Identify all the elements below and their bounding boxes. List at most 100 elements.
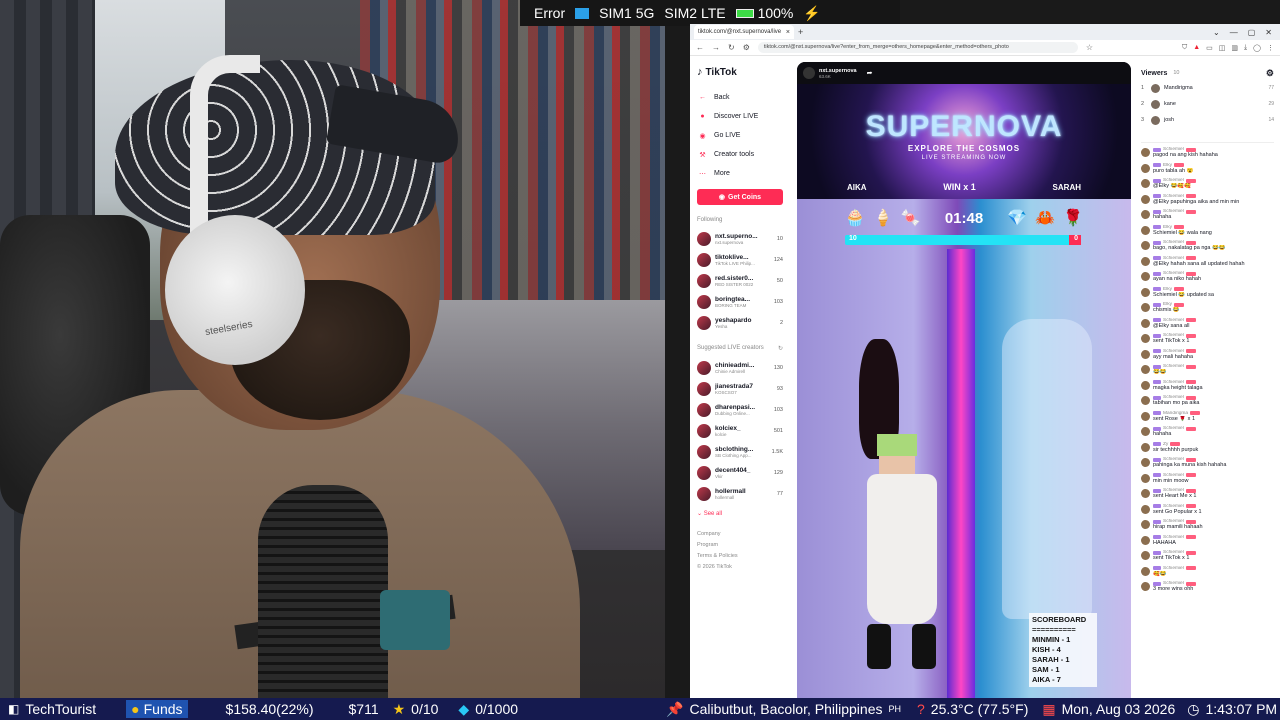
reload-icon[interactable]: ↻ bbox=[728, 43, 735, 52]
avatar[interactable] bbox=[1141, 473, 1150, 483]
avatar[interactable] bbox=[1141, 272, 1150, 281]
account-item[interactable]: yeshapardo Yesha 2 bbox=[697, 312, 783, 333]
share-icon[interactable]: ➦ bbox=[867, 69, 873, 77]
puzzle-icon[interactable]: ◫ bbox=[1219, 44, 1226, 52]
url-field[interactable]: tiktok.com/@nxt.supernova/live?enter_fro… bbox=[757, 42, 1078, 53]
avatar[interactable] bbox=[1141, 582, 1150, 591]
avatar[interactable] bbox=[1141, 535, 1150, 545]
profile-icon[interactable]: ◯ bbox=[1253, 44, 1261, 52]
chat-username[interactable]: Schiemiel bbox=[1163, 504, 1184, 509]
account-item[interactable]: kolciex_ kolcie 501 bbox=[697, 420, 783, 441]
close-window-icon[interactable]: ✕ bbox=[1265, 28, 1272, 37]
viewer-item[interactable]: 3 josh 14 bbox=[1141, 112, 1274, 128]
avatar[interactable] bbox=[1141, 163, 1150, 173]
gift-item[interactable]: 🧁 bbox=[845, 208, 865, 228]
chat-username[interactable]: Schiemiel bbox=[1163, 380, 1184, 385]
chat-username[interactable]: Schiemiel bbox=[1163, 318, 1184, 323]
footer-link[interactable]: Terms & Policies bbox=[697, 553, 783, 564]
account-item[interactable]: decent404_ Vkir 129 bbox=[697, 462, 783, 483]
chat-username[interactable]: Elky bbox=[1163, 225, 1172, 230]
new-tab-button[interactable]: + bbox=[798, 27, 803, 37]
avatar[interactable] bbox=[1141, 566, 1150, 576]
account-item[interactable]: sbclothing... SB Clothing App... 1.5K bbox=[697, 441, 783, 462]
account-item[interactable]: chinieadmi... Chinie Admirell 130 bbox=[697, 357, 783, 378]
avatar[interactable] bbox=[1141, 411, 1150, 421]
minimize-icon[interactable]: — bbox=[1230, 28, 1238, 37]
sidebar-item-back[interactable]: ← Back bbox=[697, 88, 783, 107]
gift-item[interactable]: 🍦 bbox=[873, 208, 893, 228]
chat-username[interactable]: Zy bbox=[1163, 442, 1168, 447]
footer-link[interactable]: Company bbox=[697, 531, 783, 542]
sidebar-item-creator-tools[interactable]: ⚒ Creator tools bbox=[697, 145, 783, 164]
avatar[interactable] bbox=[1141, 318, 1150, 328]
see-all-link[interactable]: ⌄ See all bbox=[697, 510, 783, 517]
chat-username[interactable]: Schiemiel bbox=[1163, 473, 1184, 478]
avatar[interactable] bbox=[1141, 489, 1150, 498]
avatar[interactable] bbox=[1141, 148, 1150, 157]
avatar[interactable] bbox=[1141, 179, 1150, 188]
chat-username[interactable]: Elky bbox=[1163, 163, 1172, 168]
bookmark-star-icon[interactable]: ☆ bbox=[1086, 43, 1093, 52]
avatar[interactable] bbox=[1141, 303, 1150, 312]
avatar[interactable] bbox=[1141, 427, 1150, 436]
chat-username[interactable]: Schiemiel bbox=[1163, 349, 1184, 354]
footer-link[interactable]: Program bbox=[697, 542, 783, 553]
account-item[interactable]: nxt.superno... nxt.supernova 10 bbox=[697, 228, 783, 249]
split-view-icon[interactable]: ▥ bbox=[1231, 44, 1238, 52]
host-name[interactable]: nxt.supernova bbox=[819, 68, 857, 74]
close-tab-icon[interactable]: × bbox=[786, 29, 790, 36]
avatar[interactable] bbox=[1141, 442, 1150, 452]
avatar[interactable] bbox=[1141, 349, 1150, 359]
footer-link[interactable]: © 2026 TikTok bbox=[697, 564, 783, 575]
gift-item[interactable]: 🦀 bbox=[1035, 208, 1055, 228]
shield-icon[interactable]: ⛉ bbox=[1182, 44, 1187, 52]
chat-username[interactable]: Schiemiel bbox=[1163, 535, 1184, 540]
avatar[interactable] bbox=[1141, 520, 1150, 529]
live-video-player[interactable]: nxt.supernova 63.6K ➦ SUPERNOVA EXPLORE … bbox=[797, 62, 1131, 698]
gift-item[interactable]: 🌹 bbox=[1063, 208, 1083, 228]
back-arrow-icon[interactable]: ← bbox=[696, 43, 704, 52]
avatar[interactable] bbox=[1141, 256, 1150, 266]
refresh-icon[interactable]: ↻ bbox=[778, 345, 783, 352]
maximize-icon[interactable]: ▢ bbox=[1248, 28, 1256, 37]
menu-icon[interactable]: ⋮ bbox=[1267, 44, 1274, 52]
account-item[interactable]: hollermall hollermall 77 bbox=[697, 483, 783, 504]
chat-username[interactable]: Mandirigma bbox=[1163, 411, 1188, 416]
account-item[interactable]: tiktoklive... TikTok LIVE Philip... 124 bbox=[697, 249, 783, 270]
sidebar-item-more[interactable]: ⋯ More bbox=[697, 164, 783, 183]
avatar[interactable] bbox=[1141, 210, 1150, 219]
chat-username[interactable]: Schiemiel bbox=[1163, 194, 1184, 199]
viewer-item[interactable]: 2 kane 29 bbox=[1141, 96, 1274, 112]
account-item[interactable]: jianestrada7 KOSCSO7 93 bbox=[697, 378, 783, 399]
chat-username[interactable]: Schiemiel bbox=[1163, 566, 1184, 571]
avatar[interactable] bbox=[1141, 334, 1150, 343]
gift-item[interactable]: 🍬 bbox=[901, 208, 921, 228]
sidebar-item-discover-live[interactable]: ● Discover LIVE bbox=[697, 107, 783, 126]
avatar[interactable] bbox=[1141, 194, 1150, 204]
avatar[interactable] bbox=[1141, 396, 1150, 405]
avatar[interactable] bbox=[1141, 225, 1150, 235]
chevron-down-icon[interactable]: ⌄ bbox=[1213, 28, 1220, 37]
warning-icon[interactable]: ▲ bbox=[1193, 44, 1200, 52]
avatar[interactable] bbox=[1141, 380, 1150, 390]
avatar[interactable] bbox=[1141, 287, 1150, 297]
account-item[interactable]: boringtea... BORING TEAM 103 bbox=[697, 291, 783, 312]
settings-icon[interactable]: ⚙ bbox=[1266, 68, 1274, 79]
sidebar-item-go-live[interactable]: ◉ Go LIVE bbox=[697, 126, 783, 145]
chat-icon[interactable]: ▭ bbox=[1206, 44, 1213, 52]
avatar[interactable] bbox=[1141, 365, 1150, 374]
site-info-icon[interactable]: ⚙ bbox=[743, 43, 750, 52]
chat-username[interactable]: Elky bbox=[1163, 287, 1172, 292]
avatar[interactable] bbox=[1141, 504, 1150, 514]
avatar[interactable] bbox=[1141, 551, 1150, 560]
forward-arrow-icon[interactable]: → bbox=[712, 43, 720, 52]
download-icon[interactable]: ⤓ bbox=[1244, 44, 1247, 52]
host-avatar[interactable] bbox=[803, 67, 815, 79]
account-item[interactable]: red.sister0... RED SISTER 0022 50 bbox=[697, 270, 783, 291]
avatar[interactable] bbox=[1141, 458, 1150, 467]
account-item[interactable]: dharenpasi... Dubbing Online... 103 bbox=[697, 399, 783, 420]
browser-tab[interactable]: tiktok.com/@nxt.supernova/live × bbox=[694, 25, 794, 39]
avatar[interactable] bbox=[1141, 241, 1150, 250]
viewer-item[interactable]: 1 Mandirigma 77 bbox=[1141, 80, 1274, 96]
get-coins-button[interactable]: ◉ Get Coins bbox=[697, 189, 783, 205]
